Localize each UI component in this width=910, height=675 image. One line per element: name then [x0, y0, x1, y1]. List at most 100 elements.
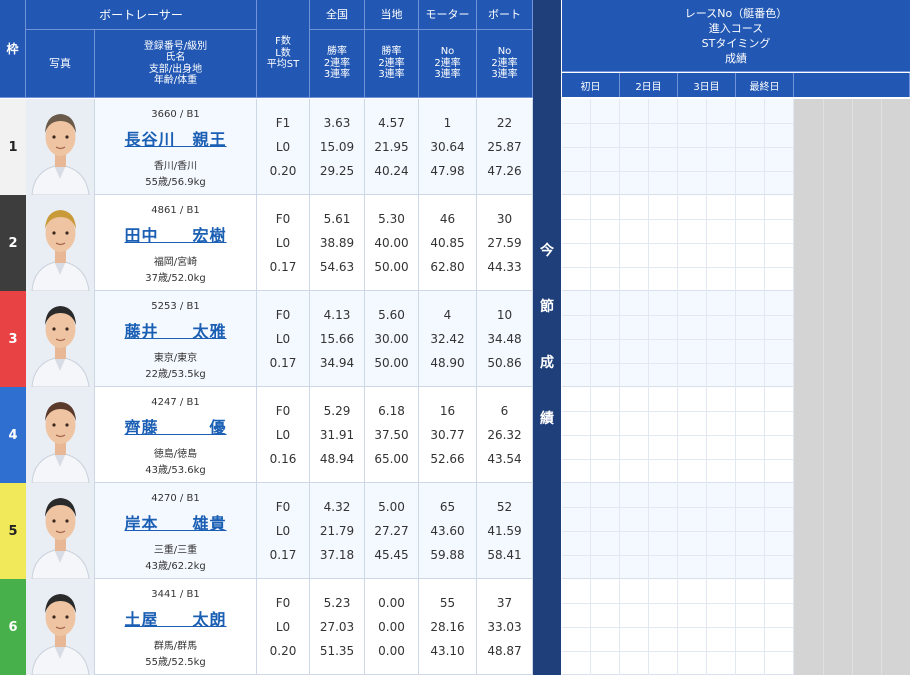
stat-value: F0 — [275, 212, 291, 226]
national-sub-header: 勝率 2連率 3連率 — [310, 30, 365, 98]
racer-reg-class: 5253 / B1 — [151, 301, 200, 312]
empty-result-block — [794, 291, 910, 387]
stat-value: 15.09 — [319, 140, 355, 154]
stat-value: 27.27 — [374, 524, 409, 538]
local-header: 当地 — [365, 0, 419, 30]
stat-value: 4.57 — [378, 116, 405, 130]
racer-age-weight: 55歳/52.5kg — [145, 657, 206, 668]
results-grid-row — [562, 483, 910, 579]
grid-line — [562, 219, 794, 220]
local-sub-header: 勝率 2連率 3連率 — [365, 30, 419, 98]
grid-line — [562, 531, 794, 532]
racer-branch-origin: 群馬/群馬 — [153, 641, 198, 652]
stat-value: 25.87 — [487, 140, 522, 154]
day-header-blank — [794, 73, 910, 97]
stat-value: 4.32 — [323, 500, 351, 514]
racer-info: 4247 / B1 齊藤 優徳島/徳島 43歳/53.6kg — [95, 387, 257, 483]
racer-name-link[interactable]: 岸本 雄貴 — [95, 510, 256, 534]
stat-value: 37.18 — [319, 548, 355, 562]
stat-value: 0.00 — [378, 596, 405, 610]
stat-col-national: 3.63 15.09 29.25 — [310, 99, 365, 195]
lane-number: 3 — [0, 291, 26, 387]
stat-col-boat: 6 26.32 43.54 — [477, 387, 533, 483]
empty-result-block — [794, 195, 910, 291]
motor-sub-line: 2連率 — [434, 57, 461, 69]
results-header-line: 進入コース — [708, 21, 764, 35]
stat-col-local: 4.57 21.95 40.24 — [365, 99, 419, 195]
results-header-line: 成績 — [725, 51, 747, 65]
stat-value: 15.66 — [319, 332, 355, 346]
grid-line — [562, 411, 794, 412]
national-header: 全国 — [310, 0, 365, 30]
band-char: 節 — [540, 299, 554, 315]
racer-photo — [26, 579, 95, 675]
stat-value: 27.59 — [487, 236, 522, 250]
racer-name-link[interactable]: 長谷川 親王 — [95, 126, 256, 150]
stat-value: 0.17 — [269, 260, 297, 274]
national-sub-line: 2連率 — [323, 57, 351, 69]
stat-value: 47.26 — [487, 164, 522, 178]
fl-header-line: F数 — [275, 36, 291, 48]
stat-value: 0.20 — [269, 164, 297, 178]
fl-st-header: F数 L数 平均ST — [257, 0, 310, 98]
stat-value: 21.79 — [319, 524, 355, 538]
stat-value: 5.61 — [323, 212, 351, 226]
racer-age-weight: 43歳/53.6kg — [145, 465, 206, 476]
stat-col-local: 5.00 27.27 45.45 — [365, 483, 419, 579]
racer-name-link[interactable]: 田中 宏樹 — [95, 222, 256, 246]
motor-sub-header: No 2連率 3連率 — [419, 30, 477, 98]
stat-col-fl: F0 L0 0.17 — [257, 195, 310, 291]
stat-value: 26.32 — [487, 428, 522, 442]
stat-value: 43.10 — [430, 644, 465, 658]
stat-col-national: 5.29 31.91 48.94 — [310, 387, 365, 483]
stat-value: F1 — [275, 116, 291, 130]
racer-branch-origin: 福岡/宮崎 — [153, 257, 198, 268]
national-sub-line: 勝率 — [327, 46, 347, 58]
stat-col-motor: 4 32.42 48.90 — [419, 291, 477, 387]
stat-value: F0 — [275, 404, 291, 418]
racer-photo — [26, 387, 95, 483]
boat-sub-header: No 2連率 3連率 — [477, 30, 533, 98]
stat-col-motor: 46 40.85 62.80 — [419, 195, 477, 291]
racer-name-link[interactable]: 藤井 太雅 — [95, 318, 256, 342]
results-header-line: レースNo（艇番色） — [684, 6, 788, 20]
stat-value: 50.86 — [487, 356, 522, 370]
current-session-label: 今 節 成 績 — [533, 240, 561, 464]
stat-col-boat: 22 25.87 47.26 — [477, 99, 533, 195]
stat-value: 0.00 — [378, 644, 405, 658]
empty-result-block — [794, 99, 910, 195]
stat-col-local: 6.18 37.50 65.00 — [365, 387, 419, 483]
racer-row: 6 3441 / B1 土屋 太朗 群馬/群馬 55歳/52.5kg F0 L0 0.20 5.… — [0, 579, 533, 675]
grid-line — [562, 171, 794, 172]
grid-line — [562, 315, 794, 316]
racer-branch-origin: 東京/東京 — [153, 353, 198, 364]
racer-name-link[interactable]: 土屋 太朗 — [95, 606, 256, 630]
stat-value: 0.17 — [269, 356, 297, 370]
grid-line — [562, 435, 794, 436]
stat-value: 30.77 — [430, 428, 465, 442]
results-header: レースNo（艇番色） 進入コース STタイミング 成績 — [562, 0, 910, 72]
info-header-line: 登録番号/級別 — [143, 40, 208, 52]
stat-col-motor: 65 43.60 59.88 — [419, 483, 477, 579]
stat-value: 65 — [439, 500, 456, 514]
day-header-3: 3日目 — [678, 73, 736, 97]
racer-name-link[interactable]: 齊藤 優 — [95, 414, 256, 438]
stat-value: 10 — [496, 308, 513, 322]
stat-col-motor: 55 28.16 43.10 — [419, 579, 477, 675]
stat-value: 5.30 — [378, 212, 405, 226]
stat-value: 1 — [443, 116, 452, 130]
stat-col-motor: 16 30.77 52.66 — [419, 387, 477, 483]
stat-value: 37.50 — [374, 428, 409, 442]
boat-sub-line: 3連率 — [491, 69, 518, 81]
racer-row: 2 4861 / B1 田中 宏樹 福岡/宮崎 37歳/52.0kg F0 L0 0.17 5.… — [0, 195, 533, 291]
stat-value: 27.03 — [319, 620, 355, 634]
local-sub-line: 3連率 — [378, 69, 405, 81]
racer-reg-class: 4247 / B1 — [151, 397, 200, 408]
stat-value: 43.54 — [487, 452, 522, 466]
stat-col-fl: F0 L0 0.17 — [257, 483, 310, 579]
results-grid-row — [562, 99, 910, 195]
stat-value: 46 — [439, 212, 456, 226]
stat-value: 62.80 — [430, 260, 465, 274]
racer-photo — [26, 99, 95, 195]
racer-group-header: ボートレーサー — [26, 0, 257, 30]
